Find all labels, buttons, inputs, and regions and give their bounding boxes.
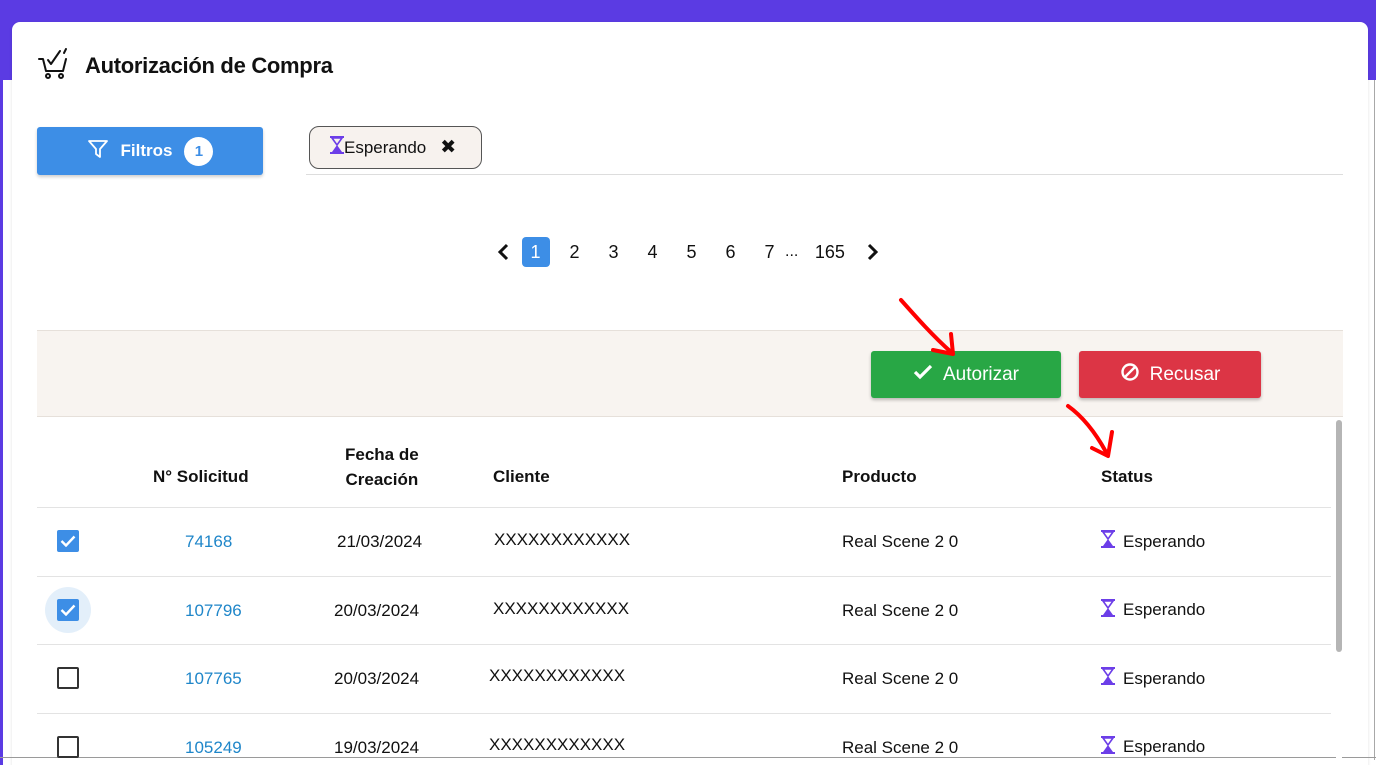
- check-icon: [60, 604, 76, 616]
- creation-date: 20/03/2024: [334, 600, 420, 620]
- page-5[interactable]: 5: [678, 237, 706, 267]
- row-checkbox[interactable]: [57, 667, 79, 689]
- hourglass-icon: [1101, 667, 1115, 690]
- page-last[interactable]: 165: [810, 237, 850, 267]
- left-edge: [0, 0, 3, 765]
- filters-count-badge: 1: [184, 136, 214, 166]
- bulk-action-bar: Autorizar Recusar: [37, 330, 1343, 417]
- product-name: Real Scene 2 0: [842, 737, 959, 757]
- close-icon[interactable]: ✖: [440, 136, 456, 159]
- client-name: XXXXXXXXXXXX: [493, 598, 630, 618]
- reject-button[interactable]: Recusar: [1079, 351, 1261, 398]
- table-scrollbar-thumb[interactable]: [1336, 420, 1342, 652]
- reject-label: Recusar: [1149, 363, 1221, 385]
- hourglass-icon: [1101, 735, 1115, 759]
- ban-icon: [1120, 362, 1140, 388]
- row-checkbox-wrap[interactable]: [45, 655, 91, 701]
- header-status: Status: [1101, 467, 1153, 486]
- header-fecha-line1: Fecha de: [345, 445, 419, 464]
- page-4[interactable]: 4: [639, 237, 667, 267]
- hourglass-icon: [1101, 530, 1115, 553]
- status-cell: Esperando: [1101, 530, 1205, 553]
- status-label: Esperando: [1123, 531, 1206, 551]
- filter-chip-esperando: Esperando ✖: [309, 126, 482, 169]
- check-icon: [913, 364, 933, 386]
- creation-date: 21/03/2024: [337, 532, 423, 551]
- pagination-ellipsis: ...: [785, 243, 799, 260]
- page-7[interactable]: 7: [756, 237, 784, 267]
- client-name: XXXXXXXXXXXX: [489, 734, 626, 754]
- status-cell: Esperando: [1101, 735, 1206, 759]
- row-checkbox-wrap[interactable]: [45, 586, 91, 633]
- row-checkbox[interactable]: [57, 598, 79, 621]
- hourglass-icon: [1101, 598, 1115, 622]
- client-name: XXXXXXXXXXXX: [494, 530, 631, 549]
- status-cell: Esperando: [1101, 598, 1206, 622]
- page-3[interactable]: 3: [600, 237, 628, 267]
- product-name: Real Scene 2 0: [842, 669, 959, 688]
- page-6[interactable]: 6: [717, 237, 745, 267]
- row-checkbox[interactable]: [57, 530, 79, 552]
- authorize-button[interactable]: Autorizar: [871, 351, 1061, 398]
- request-number-link[interactable]: 107796: [185, 601, 242, 621]
- table-row[interactable]: 105249 19/03/2024 XXXXXXXXXXXX Real Scen…: [37, 714, 1331, 765]
- table-header: N° Solicitud Fecha de Creación Cliente P…: [37, 418, 1331, 508]
- hourglass-icon: [330, 136, 344, 159]
- status-label: Esperando: [1123, 600, 1206, 619]
- product-name: Real Scene 2 0: [842, 600, 959, 620]
- table-row[interactable]: 107796 20/03/2024 XXXXXXXXXXXX Real Scen…: [37, 577, 1331, 645]
- request-number-link[interactable]: 105249: [185, 738, 242, 758]
- filters-button[interactable]: Filtros 1: [37, 127, 263, 175]
- authorize-label: Autorizar: [942, 363, 1020, 385]
- row-checkbox[interactable]: [57, 735, 79, 758]
- table-row[interactable]: 74168 21/03/2024 XXXXXXXXXXXX Real Scene…: [37, 508, 1331, 577]
- status-label: Esperando: [1123, 737, 1206, 756]
- page-1[interactable]: 1: [521, 237, 550, 267]
- creation-date: 19/03/2024: [334, 737, 420, 757]
- product-name: Real Scene 2 0: [842, 532, 959, 551]
- filters-label: Filtros: [120, 141, 173, 160]
- request-number-link[interactable]: 74168: [185, 532, 232, 552]
- requests-table: N° Solicitud Fecha de Creación Cliente P…: [37, 418, 1331, 765]
- page-title: Autorización de Compra: [85, 53, 333, 78]
- header-fecha-line2: Creación: [345, 470, 419, 489]
- page-header: Autorización de Compra: [37, 47, 333, 86]
- chevron-left-icon[interactable]: [490, 243, 516, 261]
- card-edge: [1374, 80, 1375, 760]
- check-icon: [60, 535, 76, 547]
- header-fecha: Fecha de Creación: [345, 442, 419, 492]
- table-row[interactable]: 107765 20/03/2024 XXXXXXXXXXXX Real Scen…: [37, 645, 1331, 714]
- request-number-link[interactable]: 107765: [185, 669, 242, 689]
- filter-icon: [87, 138, 109, 165]
- status-label: Esperando: [1123, 668, 1206, 688]
- chevron-right-icon[interactable]: [860, 243, 886, 261]
- pagination: 1 2 3 4 5 6 7 ... 165: [490, 236, 886, 268]
- header-producto: Producto: [842, 467, 917, 486]
- header-cliente: Cliente: [493, 467, 550, 486]
- page-2[interactable]: 2: [561, 237, 589, 267]
- cart-check-icon: [37, 47, 71, 86]
- row-checkbox-wrap[interactable]: [45, 724, 91, 765]
- chip-label: Esperando: [344, 137, 427, 157]
- client-name: XXXXXXXXXXXX: [489, 666, 626, 685]
- creation-date: 20/03/2024: [334, 669, 420, 688]
- row-checkbox-wrap[interactable]: [45, 518, 91, 564]
- header-numero: N° Solicitud: [153, 467, 249, 486]
- filter-divider: [306, 174, 1343, 175]
- status-cell: Esperando: [1101, 667, 1205, 690]
